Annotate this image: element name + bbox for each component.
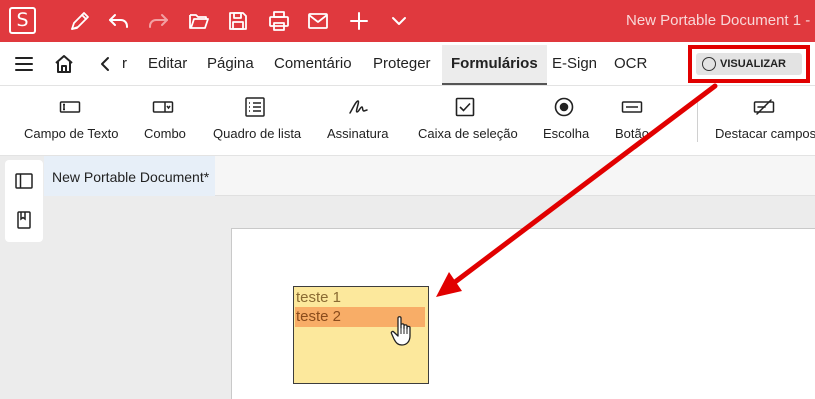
menu-item-formularios[interactable]: Formulários: [442, 45, 547, 85]
tool-label: Assinatura: [327, 126, 389, 141]
document-tab-label: New Portable Document*: [52, 169, 210, 185]
menu-item-ocr[interactable]: OCR: [614, 55, 647, 72]
tool-combo[interactable]: Combo: [144, 86, 188, 156]
menu-item-proteger[interactable]: Proteger: [373, 55, 431, 72]
menu-item-truncated[interactable]: r: [122, 55, 127, 72]
menu-item-pagina[interactable]: Página: [207, 55, 254, 72]
redo-icon[interactable]: [146, 9, 170, 33]
open-folder-icon[interactable]: [187, 9, 211, 33]
menu-item-comentario[interactable]: Comentário: [274, 55, 352, 72]
title-bar: S New Portable Document 1 -: [0, 0, 815, 42]
tool-label: Botão: [615, 126, 649, 141]
tool-label: Caixa de seleção: [418, 126, 518, 141]
tool-label: Combo: [144, 126, 186, 141]
list-box-icon: [244, 96, 266, 118]
hamburger-menu-icon[interactable]: [13, 53, 35, 75]
tool-highlight-fields[interactable]: Destacar campos: [715, 86, 815, 156]
forms-toolbar: Campo de Texto Combo Quadro de lista Ass…: [0, 86, 815, 156]
signature-icon: [347, 96, 369, 118]
menu-item-esign[interactable]: E-Sign: [552, 55, 597, 72]
preview-highlight-box: VISUALIZAR: [688, 45, 810, 83]
mail-icon[interactable]: [306, 9, 330, 33]
tool-label: Escolha: [543, 126, 590, 141]
save-icon[interactable]: [226, 9, 250, 33]
home-icon[interactable]: [53, 53, 75, 75]
left-sidebar: [5, 160, 43, 242]
document-tab[interactable]: New Portable Document*: [44, 156, 215, 196]
preview-label: VISUALIZAR: [720, 58, 786, 70]
preview-button[interactable]: VISUALIZAR: [696, 53, 802, 75]
pen-icon[interactable]: [68, 9, 92, 33]
menu-item-editar[interactable]: Editar: [148, 55, 187, 72]
text-field-icon: [59, 96, 81, 118]
checkbox-icon: [454, 96, 476, 118]
list-option-teste-1[interactable]: teste 1: [295, 288, 425, 308]
bookmark-icon[interactable]: [14, 210, 34, 230]
button-field-icon: [621, 96, 643, 118]
hand-cursor-icon: [390, 315, 414, 347]
tool-label: Destacar campos: [715, 126, 815, 141]
toolbar-divider: [697, 102, 698, 142]
radio-circle-icon: [702, 57, 716, 71]
tool-checkbox[interactable]: Caixa de seleção: [418, 86, 518, 156]
tool-label: Campo de Texto: [24, 126, 119, 141]
chevron-left-icon[interactable]: [95, 53, 117, 75]
tool-radio-choice[interactable]: Escolha: [543, 86, 589, 156]
tool-signature[interactable]: Assinatura: [327, 86, 391, 156]
undo-icon[interactable]: [107, 9, 131, 33]
tool-text-field[interactable]: Campo de Texto: [24, 86, 120, 156]
radio-button-icon: [553, 96, 575, 118]
highlight-fields-icon: [753, 96, 775, 118]
app-logo[interactable]: S: [9, 7, 36, 34]
chevron-down-icon[interactable]: [387, 9, 411, 33]
menu-bar: r Editar Página Comentário Proteger Form…: [0, 42, 815, 86]
tool-label: Quadro de lista: [213, 126, 302, 141]
tab-strip: [215, 156, 815, 196]
plus-icon[interactable]: [347, 9, 371, 33]
panel-icon[interactable]: [14, 171, 34, 191]
tool-button[interactable]: Botão: [615, 86, 665, 156]
combo-box-icon: [152, 96, 174, 118]
tool-list-box[interactable]: Quadro de lista: [213, 86, 301, 156]
window-title: New Portable Document 1 -: [626, 12, 811, 29]
print-icon[interactable]: [267, 9, 291, 33]
